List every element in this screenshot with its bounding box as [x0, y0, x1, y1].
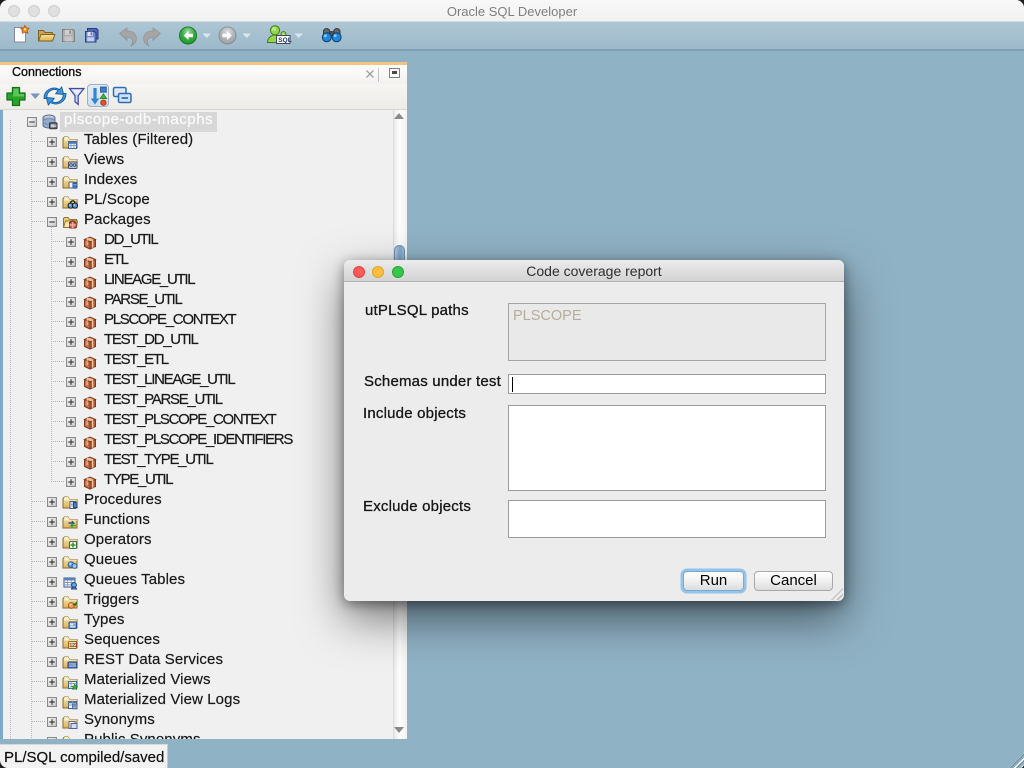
svg-text:SQL: SQL	[278, 37, 291, 44]
